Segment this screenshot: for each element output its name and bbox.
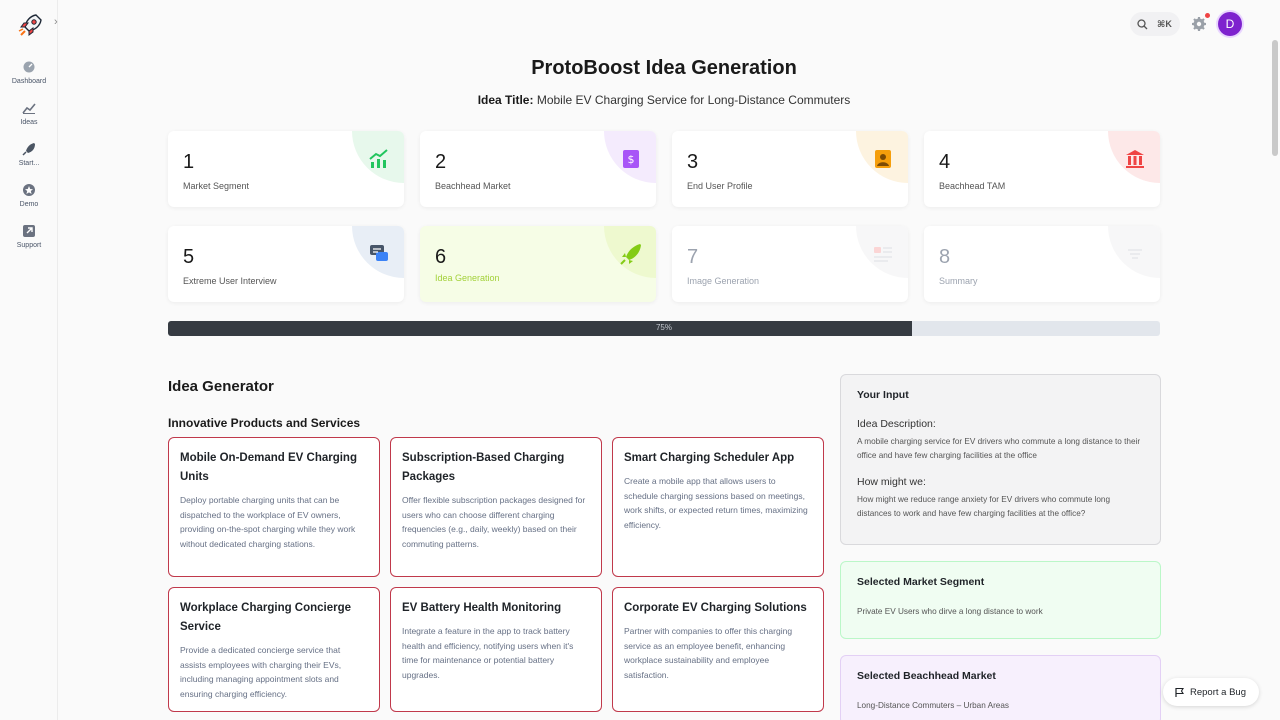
trending-up-icon — [369, 149, 388, 168]
step-card-beachhead-tam[interactable]: 4 Beachhead TAM — [924, 131, 1160, 207]
step-card-summary[interactable]: 8 Summary — [924, 226, 1160, 302]
list-icon — [1128, 249, 1142, 259]
sidebar-item-demo[interactable]: Demo — [0, 183, 58, 208]
section-title-idea-generator: Idea Generator — [168, 378, 274, 395]
sidebar-item-label: Ideas — [20, 119, 38, 126]
report-bug-button[interactable]: Report a Bug — [1163, 678, 1259, 706]
step-label: End User Profile — [687, 181, 753, 191]
idea-card[interactable]: EV Battery Health Monitoring Integrate a… — [390, 587, 602, 712]
notification-dot — [1205, 13, 1210, 18]
panel-title: Selected Market Segment — [857, 576, 985, 588]
step-card-image-generation[interactable]: 7 Image Generation — [672, 226, 908, 302]
progress-bar: 75% — [168, 321, 1160, 336]
search-icon — [1137, 18, 1148, 29]
idea-card-title: Workplace Charging Concierge Service — [180, 602, 352, 633]
step-card-market-segment[interactable]: 1 Market Segment — [168, 131, 404, 207]
step-number: 6 — [435, 246, 447, 268]
selected-market-segment-panel: Selected Market Segment Private EV Users… — [840, 561, 1161, 639]
hmw-label: How might we: — [857, 476, 926, 489]
idea-card-title: Corporate EV Charging Solutions — [624, 602, 807, 614]
description-label: Idea Description: — [857, 418, 936, 430]
search-shortcut: ⌘K — [1157, 18, 1172, 29]
step-number: 7 — [687, 246, 699, 268]
idea-card-title: EV Battery Health Monitoring — [402, 602, 562, 614]
panel-title: Selected Beachhead Market — [857, 670, 996, 682]
step-label: Summary — [939, 276, 978, 286]
sidebar-item-label: Start... — [18, 160, 40, 167]
idea-title-label: Idea Title: — [477, 93, 534, 107]
external-link-icon — [23, 225, 35, 237]
idea-card-description: Integrate a feature in the app to track … — [402, 626, 574, 680]
description-text: A mobile charging service for EV drivers… — [857, 437, 1141, 460]
expand-sidebar-icon[interactable]: › — [54, 16, 58, 28]
step-number: 3 — [687, 151, 699, 173]
step-card-idea-generation[interactable]: 6 Idea Generation — [420, 226, 656, 302]
rocket-logo-icon[interactable] — [16, 12, 44, 40]
step-label: Extreme User Interview — [183, 276, 277, 286]
panel-value: Long-Distance Commuters – Urban Areas — [857, 701, 1009, 710]
dollar-icon: $ — [623, 150, 639, 168]
step-number: 8 — [939, 246, 951, 268]
panel-value: Private EV Users who dirve a long distan… — [857, 607, 1043, 616]
rocket-icon — [22, 143, 35, 156]
step-label: Market Segment — [183, 181, 250, 191]
selected-beachhead-market-panel: Selected Beachhead Market Long-Distance … — [840, 655, 1161, 720]
step-label: Beachhead TAM — [939, 181, 1006, 191]
step-number: 5 — [183, 246, 195, 268]
idea-card-description: Create a mobile app that allows users to… — [624, 476, 808, 530]
search-button[interactable]: ⌘K — [1130, 12, 1180, 36]
flag-icon — [1175, 687, 1184, 697]
idea-title: Idea Title: Mobile EV Charging Service f… — [0, 93, 1280, 107]
report-bug-label: Report a Bug — [1190, 686, 1246, 698]
idea-card[interactable]: Smart Charging Scheduler App Create a mo… — [612, 437, 824, 577]
step-card-end-user-profile[interactable]: 3 End User Profile — [672, 131, 908, 207]
idea-card-description: Partner with companies to offer this cha… — [624, 626, 793, 680]
rocket-icon — [620, 244, 641, 265]
section-subtitle: Innovative Products and Services — [168, 416, 361, 430]
idea-card-description: Provide a dedicated concierge service th… — [180, 645, 342, 699]
image-icon — [874, 247, 892, 262]
svg-text:$: $ — [628, 153, 635, 166]
step-card-beachhead-market[interactable]: $ 2 Beachhead Market — [420, 131, 656, 207]
step-label: Beachhead Market — [435, 181, 511, 191]
idea-card-description: Offer flexible subscription packages des… — [402, 495, 586, 549]
idea-card[interactable]: Corporate EV Charging Solutions Partner … — [612, 587, 824, 712]
idea-card[interactable]: Workplace Charging Concierge Service Pro… — [168, 587, 380, 712]
step-label: Image Generation — [687, 276, 760, 286]
sidebar-item-support[interactable]: Support — [0, 224, 58, 249]
idea-card-description: Deploy portable charging units that can … — [180, 495, 356, 549]
idea-card[interactable]: Subscription-Based Charging Packages Off… — [390, 437, 602, 577]
settings-gear-icon[interactable] — [1191, 16, 1207, 32]
app-root: › Dashboard Ideas Start... Demo Support … — [0, 0, 1280, 720]
bank-icon — [1126, 150, 1144, 168]
idea-card-title: Subscription-Based Charging Packages — [402, 452, 565, 483]
idea-title-value: Mobile EV Charging Service for Long-Dist… — [536, 93, 851, 107]
sidebar-item-label: Support — [16, 242, 42, 249]
idea-card[interactable]: Mobile On-Demand EV Charging Units Deplo… — [168, 437, 380, 577]
user-icon — [875, 150, 891, 168]
step-card-extreme-user-interview[interactable]: 5 Extreme User Interview — [168, 226, 404, 302]
step-label: Idea Generation — [435, 273, 500, 283]
panel-title: Your Input — [857, 389, 909, 401]
sidebar-item-label: Demo — [19, 201, 39, 208]
chat-icon — [370, 245, 388, 261]
step-number: 4 — [939, 151, 951, 173]
page-title: ProtoBoost Idea Generation — [531, 57, 797, 79]
hmw-text: How might we reduce range anxiety for EV… — [857, 495, 1111, 518]
idea-card-title: Mobile On-Demand EV Charging Units — [180, 452, 357, 483]
sidebar: › Dashboard Ideas Start... Demo Support — [0, 0, 58, 720]
star-icon — [23, 184, 35, 196]
your-input-panel: Your Input Idea Description: A mobile ch… — [840, 374, 1161, 545]
step-number: 2 — [435, 151, 447, 173]
idea-card-title: Smart Charging Scheduler App — [624, 452, 795, 464]
step-number: 1 — [183, 151, 195, 173]
progress-label: 75% — [655, 323, 672, 332]
sidebar-item-start[interactable]: Start... — [0, 142, 58, 167]
avatar[interactable]: D — [1218, 12, 1242, 36]
